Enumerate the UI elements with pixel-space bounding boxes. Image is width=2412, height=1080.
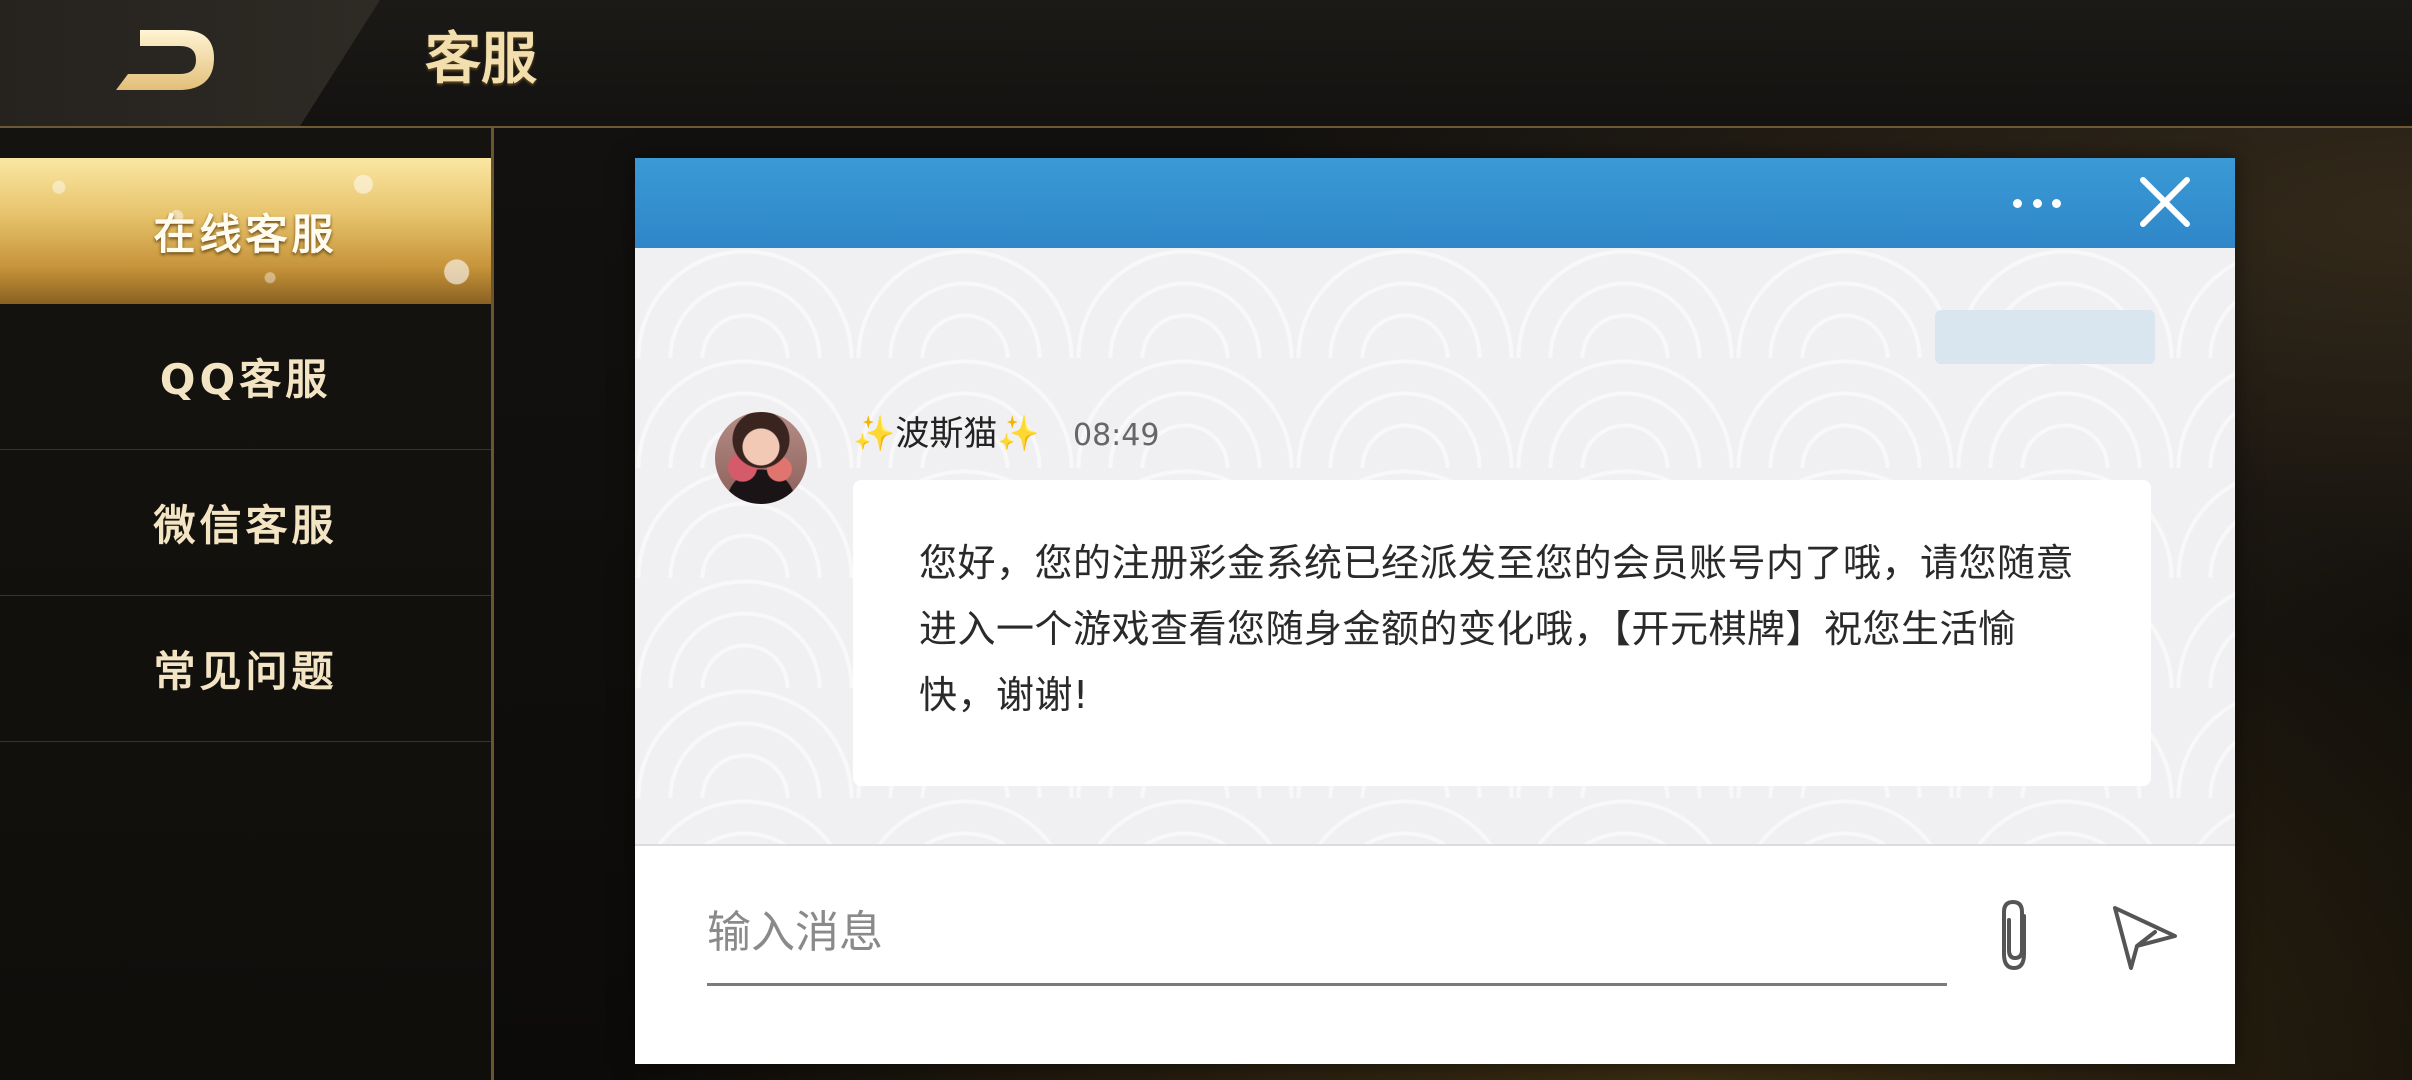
sidebar: 在线客服 QQ客服 微信客服 常见问题 [0,128,494,1080]
message-input[interactable] [707,886,1947,986]
outgoing-message-bubble [1935,310,2155,364]
sidebar-item-label: 常见问题 [153,647,338,696]
close-button[interactable] [2135,172,2195,232]
sender-name: ✨波斯猫✨ [853,414,1040,454]
sidebar-item-label: 微信客服 [153,501,338,550]
sidebar-item-online-service[interactable]: 在线客服 [0,158,491,304]
chat-header [635,158,2235,248]
paperclip-icon [2002,899,2026,971]
chat-window: ✨波斯猫✨ 08:49 您好，您的注册彩金系统已经派发至您的会员账号内了哦，请您… [635,158,2235,1064]
top-bar: 客服 [0,0,2412,128]
message-time: 08:49 [1073,418,1160,453]
page-title: 客服 [425,27,537,92]
sidebar-item-faq[interactable]: 常见问题 [0,596,491,742]
sidebar-item-wechat-service[interactable]: 微信客服 [0,450,491,596]
more-button[interactable] [2007,178,2067,228]
send-button[interactable] [2107,898,2183,974]
chat-message-area[interactable]: ✨波斯猫✨ 08:49 您好，您的注册彩金系统已经派发至您的会员账号内了哦，请您… [635,248,2235,846]
back-button[interactable] [110,24,220,100]
avatar[interactable] [715,412,807,504]
message-text: 您好，您的注册彩金系统已经派发至您的会员账号内了哦，请您随意进入一个游戏查看您随… [919,541,2075,717]
attach-button[interactable] [1980,896,2050,976]
more-dots-icon [2013,198,2022,208]
more-dots-icon [2052,198,2061,208]
back-arrow-icon [116,30,214,90]
chat-input-bar [635,846,2235,1064]
more-dots-icon [2032,198,2042,208]
sidebar-item-label: 在线客服 [153,209,338,259]
message-bubble: 您好，您的注册彩金系统已经派发至您的会员账号内了哦，请您随意进入一个游戏查看您随… [853,480,2151,786]
send-icon [2113,906,2177,970]
close-icon [2140,177,2190,227]
sidebar-item-qq-service[interactable]: QQ客服 [0,304,491,450]
sidebar-item-label: QQ客服 [159,355,332,404]
